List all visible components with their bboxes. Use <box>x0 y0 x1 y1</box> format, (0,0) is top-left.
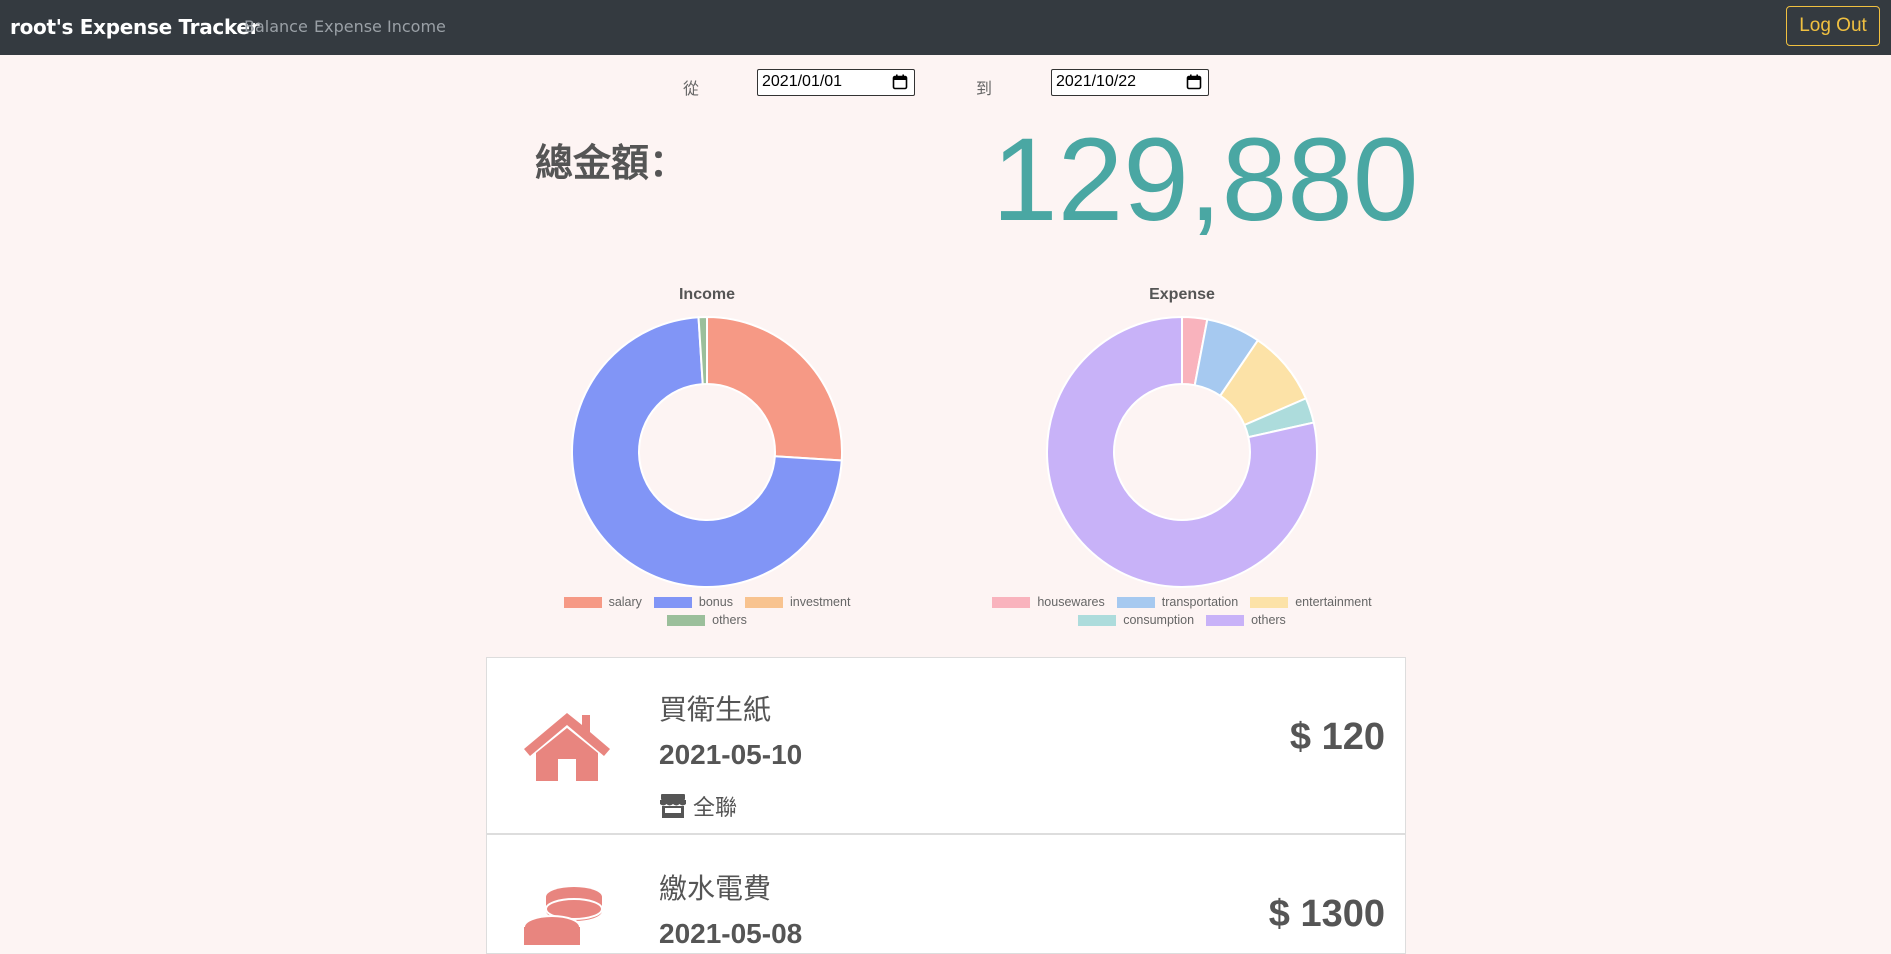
legend-label: investment <box>789 595 851 609</box>
nav-link-expense[interactable]: Expense <box>314 17 382 36</box>
legend-item-housewares[interactable]: housewares <box>992 595 1105 609</box>
legend-swatch <box>744 596 783 608</box>
record-store: 全聯 <box>659 790 737 822</box>
record-card[interactable]: 買衛生紙 2021-05-10 全聯 $ 120 <box>486 657 1406 834</box>
calendar-icon[interactable] <box>1186 74 1202 90</box>
to-date-input[interactable]: 2021/10/22 <box>1051 69 1209 96</box>
legend-label: consumption <box>1123 613 1195 627</box>
legend-label: others <box>712 613 747 627</box>
from-date-value: 2021/01/01 <box>762 73 843 90</box>
to-label: 到 <box>976 79 993 98</box>
legend-item-entertainment[interactable]: entertainment <box>1250 595 1372 609</box>
legend-swatch <box>992 596 1031 608</box>
record-title: 繳水電費 <box>659 872 772 905</box>
legend-swatch <box>667 614 706 626</box>
coins-icon <box>523 887 603 945</box>
legend-item-consumption[interactable]: consumption <box>1078 613 1194 627</box>
nav-link-income[interactable]: Income <box>387 17 446 36</box>
expense-chart-title: Expense <box>1149 286 1215 303</box>
legend-swatch <box>1116 596 1155 608</box>
house-icon <box>524 713 610 781</box>
legend-item-transportation[interactable]: transportation <box>1116 595 1239 609</box>
slice-salary[interactable] <box>706 315 843 462</box>
store-icon <box>660 794 686 818</box>
record-card[interactable]: 繳水電費 2021-05-08 $ 1300 <box>486 834 1406 954</box>
legend-item-investment[interactable]: investment <box>744 595 851 609</box>
legend-item-bonus[interactable]: bonus <box>653 595 733 609</box>
brand-title[interactable]: root's Expense Tracker <box>10 15 260 39</box>
legend-item-others[interactable]: others <box>1206 613 1286 627</box>
legend-label: bonus <box>698 595 733 609</box>
legend-swatch <box>653 596 692 608</box>
total-amount: 129,880 <box>992 114 1419 246</box>
record-date: 2021-05-10 <box>659 739 803 770</box>
expense-legend: housewares transportation entertainment con… <box>990 595 1374 627</box>
income-legend: salary bonus investment others <box>540 595 874 627</box>
record-amount: $ 120 <box>1289 716 1385 758</box>
legend-label: others <box>1251 613 1286 627</box>
record-store-name: 全聯 <box>693 796 738 821</box>
legend-swatch <box>563 596 602 608</box>
navbar: root's Expense Tracker Balance Expense I… <box>0 0 1891 55</box>
legend-swatch <box>1250 596 1289 608</box>
legend-label: transportation <box>1161 595 1239 609</box>
expense-donut-chart <box>1046 315 1318 588</box>
legend-label: housewares <box>1037 595 1105 609</box>
total-label: 總金額： <box>535 141 688 185</box>
record-date: 2021-05-08 <box>659 918 803 949</box>
legend-swatch <box>1206 614 1245 626</box>
record-title: 買衛生紙 <box>659 693 772 726</box>
income-chart-title: Income <box>678 286 735 303</box>
from-date-input[interactable]: 2021/01/01 <box>757 69 915 96</box>
legend-label: salary <box>608 595 642 609</box>
calendar-icon[interactable] <box>892 74 908 90</box>
income-donut-chart <box>571 315 843 588</box>
from-label: 從 <box>683 79 700 98</box>
legend-label: entertainment <box>1295 595 1372 609</box>
logout-button[interactable]: Log Out <box>1786 6 1880 46</box>
nav-link-balance[interactable]: Balance <box>244 17 308 36</box>
legend-swatch <box>1078 614 1117 626</box>
record-amount: $ 1300 <box>1268 893 1385 935</box>
to-date-value: 2021/10/22 <box>1056 73 1137 90</box>
legend-item-others[interactable]: others <box>667 613 747 627</box>
legend-item-salary[interactable]: salary <box>563 595 642 609</box>
